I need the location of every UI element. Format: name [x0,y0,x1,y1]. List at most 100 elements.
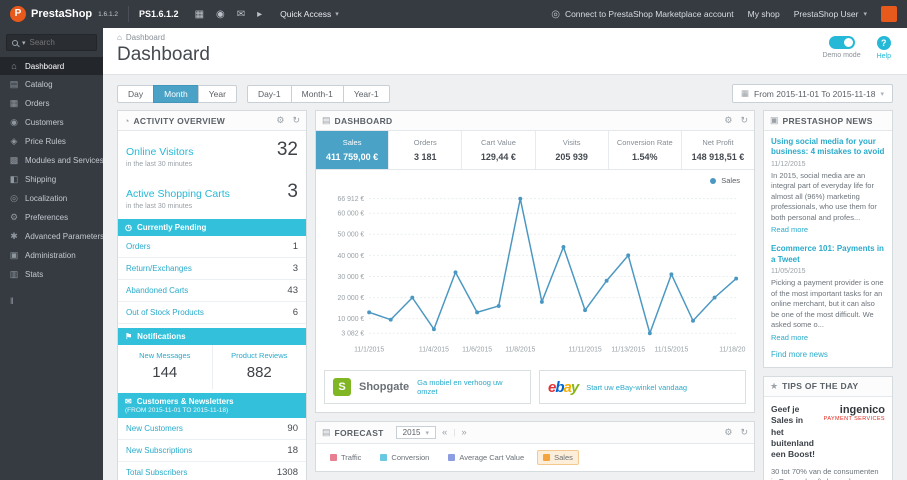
forecast-next-button[interactable]: » [459,427,468,438]
gear-icon[interactable]: ⚙ [276,115,284,126]
sidebar-item-administration[interactable]: ▣ Administration [0,246,103,265]
find-more-news-link[interactable]: Find more news [764,346,892,367]
sidebar-item-label: Customers [25,118,64,127]
chevron-down-icon[interactable]: ▾ [22,39,26,47]
quick-access-menu[interactable]: Quick Access ▾ [280,9,339,19]
tips-of-the-day-panel: ★ TIPS OF THE DAY Geef je Sales in het b… [763,375,893,480]
read-more-link[interactable]: Read more [771,333,885,342]
kpi-sales[interactable]: Sales 411 759,00 € [316,131,390,169]
conversion-label: Conversion [391,453,430,462]
shopgate-logo: S [333,378,351,396]
abandoned-carts-link[interactable]: Abandoned Carts [126,286,188,295]
refresh-icon[interactable]: ↻ [740,115,748,126]
date-range-picker[interactable]: ▦ From 2015-11-01 To 2015-11-18 ▾ [732,84,893,103]
sidebar-search[interactable]: ▾ [6,34,97,51]
filter-year-1-button[interactable]: Year-1 [342,84,390,103]
active-carts-link[interactable]: Active Shopping Carts [126,188,230,200]
demo-mode-toggle[interactable] [828,36,855,49]
rocket-icon[interactable]: ▸ [257,9,262,20]
forecast-prev-button[interactable]: « [440,427,449,438]
sidebar-item-label: Shipping [25,175,57,184]
cart-icon[interactable]: ▦ [195,9,204,20]
messages-icon[interactable]: ✉ [237,9,245,20]
news-icon: ▣ [770,115,779,125]
help-label: Help [876,53,891,60]
forecast-legend-average-cart-value[interactable]: Average Cart Value [442,450,530,465]
filter-day-1-button[interactable]: Day-1 [246,84,292,103]
forecast-legend-sales[interactable]: Sales [537,450,579,465]
kpi-visits[interactable]: Visits 205 939 [535,131,609,169]
online-visitors-link[interactable]: Online Visitors [126,146,194,158]
sliders-icon: ⚙ [9,212,19,222]
shopgate-promo[interactable]: S Shopgate Ga mobiel en verhoog uw omzet [324,370,531,404]
ebay-link[interactable]: Start uw eBay-winkel vandaag [586,383,687,392]
sidebar-item-modules[interactable]: ▩ Modules and Services [0,151,103,170]
kpi-conversion-rate[interactable]: Conversion Rate 1.54% [608,131,682,169]
notifications-banner: ⚑ Notifications [118,328,306,345]
read-more-link[interactable]: Read more [771,225,885,234]
page-title: Dashboard [117,44,210,65]
news-article-title-link[interactable]: Ecommerce 101: Payments in a Tweet [771,244,885,265]
new-messages-cell[interactable]: New Messages 144 [118,345,213,389]
filter-year-button[interactable]: Year [197,84,237,103]
dashboard-columns: ◔ ACTIVITY OVERVIEW ⚙ ↻ Online Visitors … [103,110,907,480]
sidebar-item-advanced-parameters[interactable]: ✱ Advanced Parameters [0,227,103,246]
svg-text:60 000 €: 60 000 € [338,211,365,218]
breadcrumb-label: Dashboard [125,33,165,42]
sales-line-chart[interactable]: 66 912 € 60 000 € 50 000 € 40 000 € 30 000 €… [324,185,754,362]
forecast-year-select[interactable]: 2015 ▾ [395,426,436,439]
sidebar-item-localization[interactable]: ◎ Localization [0,189,103,208]
forecast-legend-traffic[interactable]: Traffic [324,450,367,465]
clock-icon: ◷ [125,223,132,232]
marketplace-link[interactable]: ◎ Connect to PrestaShop Marketplace acco… [551,9,733,20]
help-icon[interactable]: ? [876,36,891,50]
product-reviews-cell[interactable]: Product Reviews 882 [213,345,307,389]
filter-month-button[interactable]: Month [153,84,199,103]
breadcrumb[interactable]: ⌂ Dashboard [117,33,893,42]
news-article-title-link[interactable]: Using social media for your business: 4 … [771,137,885,158]
sidebar-collapse-button[interactable]: ‖ [10,296,93,306]
filter-day-button[interactable]: Day [117,84,155,103]
shop-name[interactable]: PS1.6.1.2 [139,9,179,19]
refresh-icon[interactable]: ↻ [292,115,300,126]
filter-month-1-button[interactable]: Month-1 [290,84,344,103]
kpi-net-profit[interactable]: Net Profit 148 918,51 € [681,131,755,169]
returns-link[interactable]: Return/Exchanges [126,264,192,273]
my-shop-link[interactable]: My shop [748,9,780,19]
sidebar-item-dashboard[interactable]: ⌂ Dashboard [0,57,103,75]
shopgate-link[interactable]: Ga mobiel en verhoog uw omzet [417,378,522,396]
traffic-label: Traffic [341,453,362,462]
ebay-promo[interactable]: ebay Start uw eBay-winkel vandaag [539,370,746,404]
prestashop-logo[interactable]: P PrestaShop 1.6.1.2 [10,6,118,22]
new-customers-link[interactable]: New Customers [126,424,183,433]
svg-text:30 000 €: 30 000 € [338,274,365,281]
sidebar-item-price-rules[interactable]: ◈ Price Rules [0,132,103,151]
total-subscribers-link[interactable]: Total Subscribers [126,468,187,477]
sidebar-item-orders[interactable]: ▦ Orders [0,94,103,113]
kpi-cart-value[interactable]: Cart Value 129,44 € [462,131,536,169]
currently-pending-banner: ◷ Currently Pending [118,219,306,236]
sidebar-item-catalog[interactable]: ▤ Catalog [0,75,103,94]
forecast-legend-conversion[interactable]: Conversion [374,450,435,465]
out-of-stock-link[interactable]: Out of Stock Products [126,308,204,317]
new-subscriptions-link[interactable]: New Subscriptions [126,446,192,455]
online-visitors-value: 32 [276,139,298,160]
sidebar-item-stats[interactable]: ▥ Stats [0,265,103,284]
orders-link[interactable]: Orders [126,242,150,251]
gear-icon[interactable]: ⚙ [724,115,732,126]
customers-icon[interactable]: ◉ [216,9,225,20]
avatar[interactable] [881,6,897,22]
sidebar-item-preferences[interactable]: ⚙ Preferences [0,208,103,227]
brand-name: PrestaShop [31,8,93,20]
user-menu[interactable]: PrestaShop User ▾ [794,9,867,19]
kpi-orders[interactable]: Orders 3 181 [389,131,463,169]
sidebar-item-shipping[interactable]: ◧ Shipping [0,170,103,189]
refresh-icon[interactable]: ↻ [740,427,748,438]
search-input[interactable] [29,38,91,47]
sidebar-item-customers[interactable]: ◉ Customers [0,113,103,132]
news-panel-header: ▣ PRESTASHOP NEWS [764,111,892,131]
gear-icon[interactable]: ⚙ [724,427,732,438]
admin-icon: ▣ [9,250,19,260]
svg-text:66 912 €: 66 912 € [338,196,365,203]
svg-text:11/8/2015: 11/8/2015 [505,346,535,353]
